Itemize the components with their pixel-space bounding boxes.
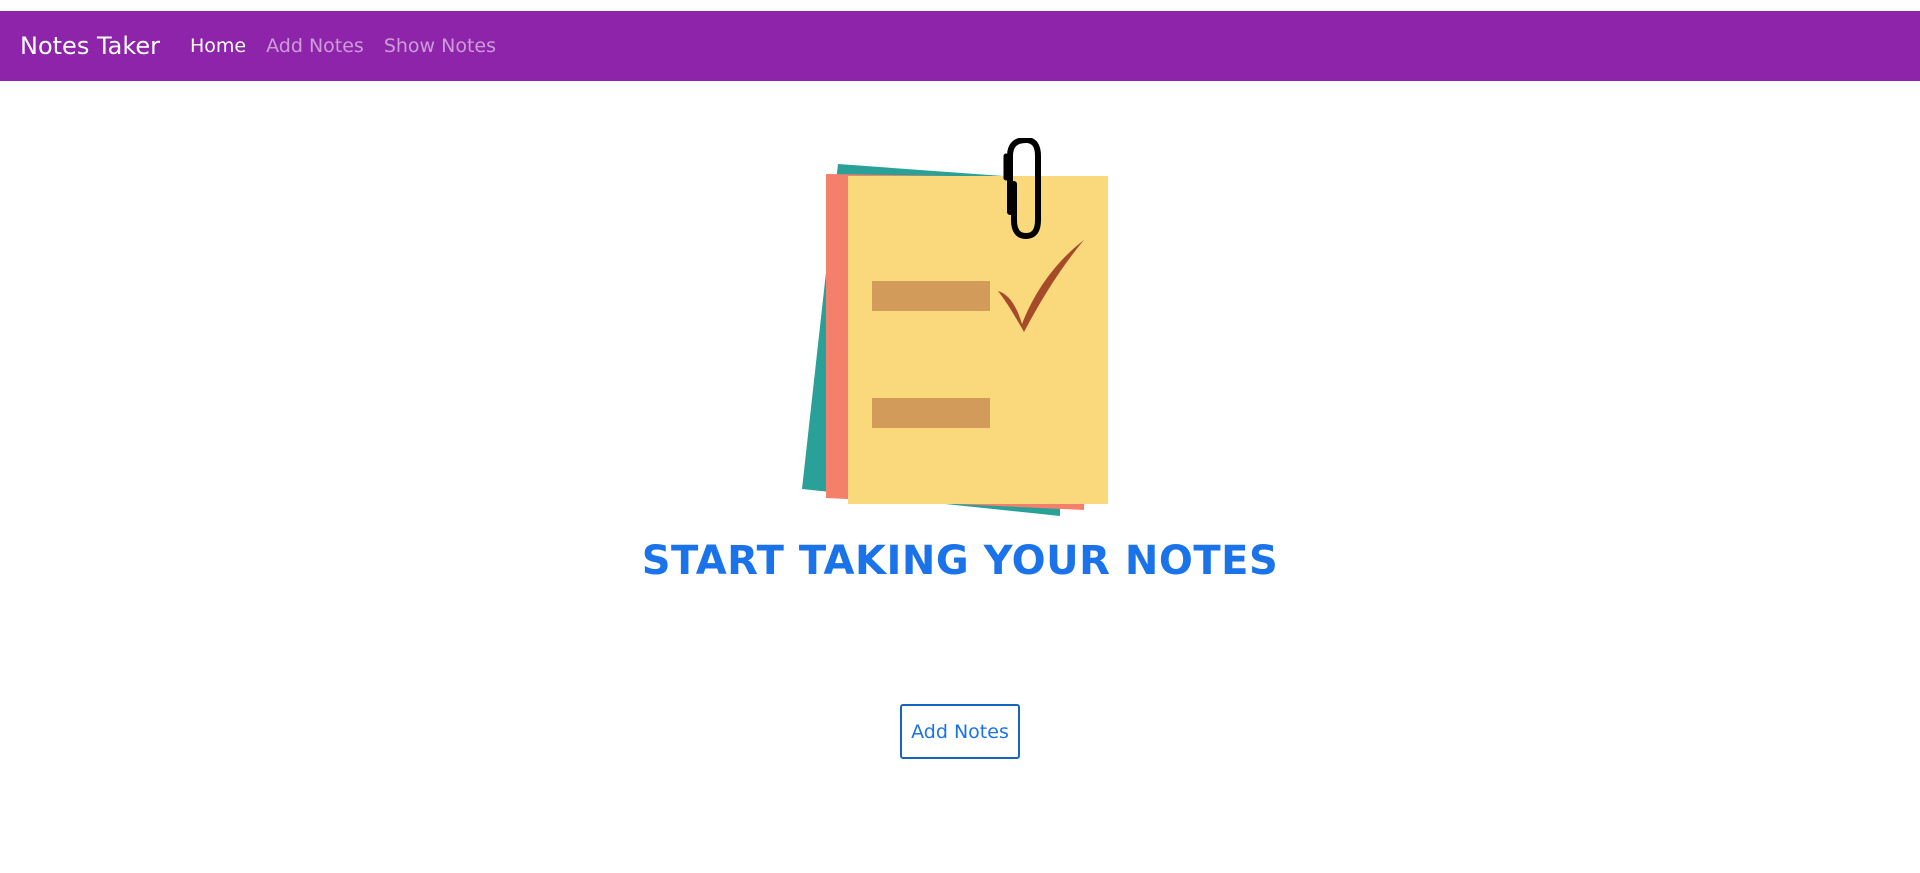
note-line-bar — [872, 398, 990, 428]
sticky-notes-checklist-icon — [802, 138, 1108, 516]
page-headline: START TAKING YOUR NOTES — [641, 538, 1279, 584]
navbar: Notes Taker Home Add Notes Show Notes — [0, 11, 1920, 81]
top-strip — [0, 0, 1920, 11]
add-notes-button[interactable]: Add Notes — [900, 704, 1020, 759]
yellow-note-shape — [848, 176, 1108, 504]
navbar-brand[interactable]: Notes Taker — [20, 34, 160, 58]
nav-link-add-notes[interactable]: Add Notes — [266, 35, 364, 57]
note-line-bar — [872, 281, 990, 311]
nav-link-home[interactable]: Home — [190, 35, 246, 57]
nav-link-show-notes[interactable]: Show Notes — [384, 35, 496, 57]
